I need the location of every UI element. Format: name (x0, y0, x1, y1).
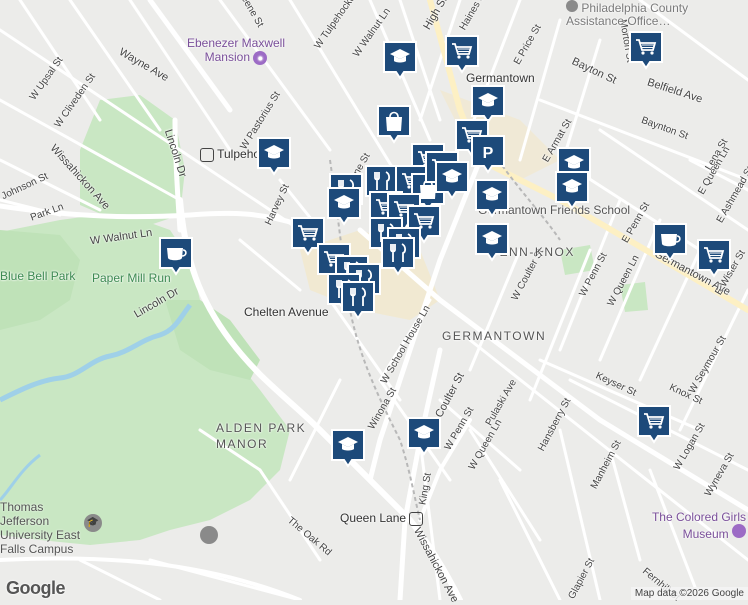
grocery-icon (445, 35, 479, 74)
school-marker[interactable] (256, 136, 292, 176)
shopping-marker[interactable] (376, 104, 412, 144)
grocery-icon (697, 239, 731, 278)
grocery-marker[interactable] (628, 30, 664, 70)
school-marker[interactable] (554, 170, 590, 210)
university-icon: 🎓 (84, 514, 102, 532)
shopping-icon (377, 105, 411, 144)
school-icon (327, 187, 361, 226)
school-marker[interactable] (434, 160, 470, 200)
school-icon (257, 137, 291, 176)
school-icon (555, 171, 589, 210)
restaurant-icon (341, 281, 375, 320)
restaurant-icon (381, 237, 415, 276)
google-logo[interactable]: Google (6, 578, 66, 599)
svg-text:P: P (483, 145, 494, 162)
coffee-marker[interactable] (652, 222, 688, 262)
grocery-icon (637, 405, 671, 444)
restaurant-marker[interactable] (340, 280, 376, 320)
school-marker[interactable] (326, 186, 362, 226)
school-marker[interactable] (330, 428, 366, 468)
school-icon (383, 41, 417, 80)
school-icon (331, 429, 365, 468)
school-icon (435, 161, 469, 200)
school-marker[interactable] (474, 222, 510, 262)
map-attribution[interactable]: Map data ©2026 Google (630, 587, 748, 600)
school-icon (475, 223, 509, 262)
coffee-icon (653, 223, 687, 262)
coffee-marker[interactable] (158, 236, 194, 276)
school-marker[interactable] (474, 178, 510, 218)
parking-icon: P (471, 135, 505, 174)
coffee-icon (159, 237, 193, 276)
school-icon (475, 179, 509, 218)
parking-marker[interactable]: P (470, 134, 506, 174)
university-icon (200, 526, 218, 544)
restaurant-marker[interactable] (380, 236, 416, 276)
grocery-marker[interactable] (444, 34, 480, 74)
school-marker[interactable] (406, 416, 442, 456)
grocery-icon (629, 31, 663, 70)
school-marker[interactable] (382, 40, 418, 80)
grocery-marker[interactable] (696, 238, 732, 278)
school-icon (407, 417, 441, 456)
grocery-marker[interactable] (636, 404, 672, 444)
